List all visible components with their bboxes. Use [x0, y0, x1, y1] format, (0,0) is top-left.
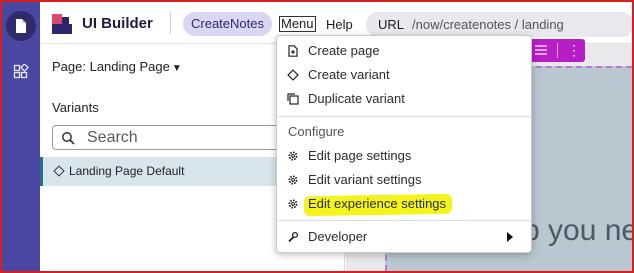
- submenu-arrow-icon: [507, 232, 513, 242]
- page-selector[interactable]: Page: Landing Page ▼: [52, 59, 182, 74]
- configure-heading: Configure: [288, 124, 345, 139]
- left-rail: [2, 2, 40, 271]
- variant-label: Landing Page Default: [69, 164, 185, 178]
- variants-heading: Variants: [52, 100, 99, 115]
- menu-item-duplicate-variant[interactable]: Duplicate variant: [277, 88, 531, 110]
- menu-item-edit-experience-settings[interactable]: Edit experience settings: [277, 193, 531, 215]
- help-button[interactable]: Help: [326, 17, 353, 32]
- menu-item-label: Duplicate variant: [308, 91, 405, 106]
- menu-item-label: Developer: [308, 229, 368, 244]
- gear-icon: [288, 199, 298, 209]
- ui-builder-logo: [52, 14, 72, 34]
- new-page-icon: [288, 45, 298, 57]
- url-value: /now/createnotes / landing: [412, 17, 564, 32]
- component-context-toolbar[interactable]: ⋮: [525, 39, 585, 62]
- menu-divider: [277, 220, 531, 221]
- menu-item-create-page[interactable]: Create page: [277, 40, 531, 62]
- menu-item-label: Edit experience settings: [308, 196, 447, 211]
- variant-diamond-icon: [53, 165, 65, 177]
- wrench-icon: [288, 231, 299, 243]
- document-icon: [16, 19, 26, 33]
- menu-item-create-variant[interactable]: Create variant: [277, 64, 531, 86]
- toolbar-divider: [557, 43, 558, 58]
- canvas-partial-text: p you ne: [523, 214, 634, 247]
- url-label: URL: [378, 17, 405, 32]
- rail-components-button[interactable]: [6, 57, 36, 87]
- url-bar[interactable]: URL/now/createnotes / landing: [366, 12, 634, 37]
- rail-pages-button[interactable]: [6, 11, 36, 41]
- menu-button[interactable]: Menu: [279, 16, 316, 32]
- diamond-icon: [287, 69, 299, 81]
- app-selector-pill[interactable]: CreateNotes: [183, 12, 272, 36]
- search-icon: [62, 132, 75, 145]
- more-options-icon[interactable]: ⋮: [567, 42, 581, 58]
- menu-item-edit-variant-settings[interactable]: Edit variant settings: [277, 169, 531, 191]
- gear-icon: [288, 175, 298, 185]
- menu-item-label: Create page: [308, 43, 380, 58]
- menu-item-developer[interactable]: Developer: [277, 226, 531, 248]
- menu-divider: [277, 116, 531, 117]
- menu-item-label: Edit variant settings: [308, 172, 422, 187]
- page-selector-label: Page: Landing Page: [52, 59, 170, 74]
- menu-item-label: Create variant: [308, 67, 390, 82]
- components-icon: [13, 64, 29, 79]
- menu-item-label: Edit page settings: [308, 148, 412, 163]
- drag-handle-icon[interactable]: [533, 44, 549, 56]
- caret-down-icon: ▼: [171, 63, 182, 74]
- header-divider: [170, 12, 171, 34]
- app-title: UI Builder: [82, 15, 153, 32]
- duplicate-icon: [287, 93, 299, 105]
- gear-icon: [288, 151, 298, 161]
- main-menu-dropdown: Create page Create variant Duplicate var…: [276, 35, 532, 253]
- menu-item-edit-page-settings[interactable]: Edit page settings: [277, 145, 531, 167]
